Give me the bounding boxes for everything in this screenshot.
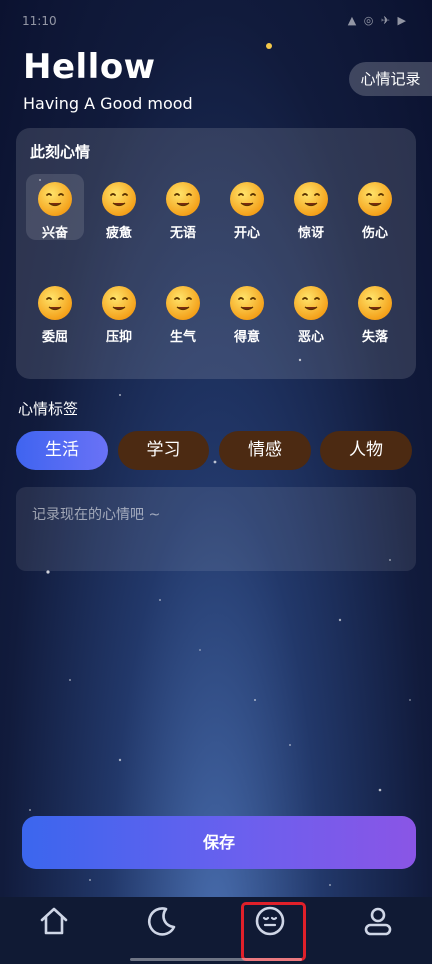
mood-item[interactable]: 兴奋 [26,174,84,241]
mood-item[interactable]: 压抑 [90,278,148,345]
mood-item[interactable]: 生气 [154,278,212,345]
tab-profile[interactable] [324,897,432,964]
save-button[interactable]: 保存 [22,816,416,869]
mood-item[interactable]: 得意 [218,278,276,345]
tired-emoji-icon [102,182,136,216]
mood-item[interactable]: 委屈 [26,278,84,345]
mood-label: 压抑 [105,330,132,345]
tag-label: 人物 [349,440,383,460]
status-time: 11:10 [22,14,57,28]
mood-item[interactable]: 伤心 [346,174,404,241]
active-tab-indicator [266,43,272,49]
home-indicator [130,958,302,961]
tag-label: 情感 [248,440,282,460]
angry-emoji-icon [166,286,200,320]
mood-note-box [16,487,416,571]
disappointed-emoji-icon [358,286,392,320]
mood-record-button[interactable]: 心情记录 [349,62,432,96]
mood-label: 伤心 [361,226,388,241]
mood-label: 生气 [169,330,196,345]
page-title: Hellow [23,47,156,87]
tab-home[interactable] [0,897,108,964]
mood-card: 此刻心情 兴奋 疲惫 无语 开心 惊讶 伤心委屈 压抑 生气 得意 恶心 失落 [16,128,416,379]
highlight-box [241,902,306,961]
mood-card-title: 此刻心情 [30,143,91,161]
tag-life[interactable]: 生活 [16,431,108,470]
aggrieved-emoji-icon [38,286,72,320]
tag-label: 学习 [146,440,181,460]
page-subtitle: Having A Good mood [23,94,193,113]
sad-emoji-icon [358,182,392,216]
tag-study[interactable]: 学习 [118,431,209,470]
profile-icon [364,907,392,936]
tab-sleep[interactable] [108,897,216,964]
mood-item[interactable]: 惊讶 [282,174,340,241]
disgusted-emoji-icon [294,286,328,320]
mood-label: 疲惫 [105,226,132,241]
mood-label: 惊讶 [297,226,324,241]
mood-label: 无语 [169,226,196,241]
mood-label: 失落 [361,330,388,345]
moon-icon [147,907,176,936]
mood-item[interactable]: 无语 [154,174,212,241]
speechless-emoji-icon [166,182,200,216]
depressed-emoji-icon [102,286,136,320]
tag-emotion[interactable]: 情感 [219,431,311,470]
status-icons: ▲ ◎ ✈ ▶ [347,14,408,27]
bottom-tab-bar [0,897,432,964]
mood-item[interactable]: 疲惫 [90,174,148,241]
mood-label: 得意 [233,330,260,345]
mood-label: 恶心 [297,330,324,345]
home-icon [40,907,68,935]
mood-item[interactable]: 开心 [218,174,276,241]
mood-item[interactable]: 恶心 [282,278,340,345]
excited-emoji-icon [38,182,72,216]
smug-emoji-icon [230,286,264,320]
surprised-emoji-icon [294,182,328,216]
status-bar: 11:10 ▲ ◎ ✈ ▶ [0,0,432,40]
tag-people[interactable]: 人物 [320,431,412,470]
mood-label: 开心 [233,226,260,241]
mood-label: 兴奋 [41,226,68,241]
happy-emoji-icon [230,182,264,216]
tags-section-title: 心情标签 [18,400,79,418]
tag-label: 生活 [45,440,79,460]
mood-note-input[interactable] [16,487,416,571]
mood-item[interactable]: 失落 [346,278,404,345]
mood-label: 委屈 [41,330,68,345]
